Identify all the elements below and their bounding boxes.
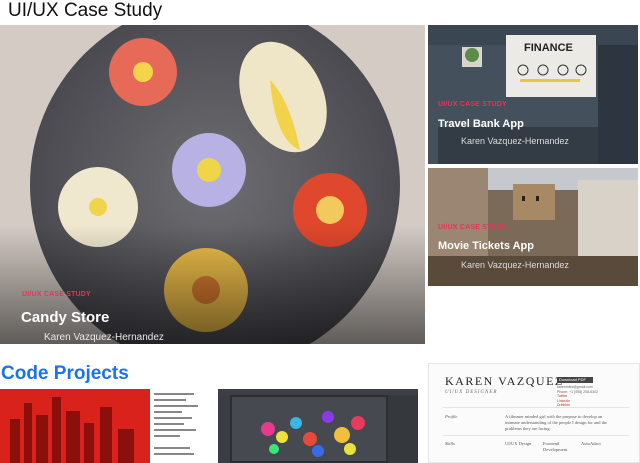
resume-skill: Frontend Development xyxy=(543,441,568,452)
processing-project-image xyxy=(0,389,203,463)
code-project-processing-card[interactable] xyxy=(0,389,203,463)
card-title[interactable]: Travel Bank App xyxy=(438,118,524,130)
resume-name: KAREN VAZQUEZ xyxy=(445,374,564,388)
resume-skills-label: Skills xyxy=(445,441,455,446)
download-pdf-button[interactable]: Download PDF xyxy=(557,377,593,383)
card-tag: UI/UX CASE STUDY xyxy=(438,224,507,231)
card-author: Karen Vazquez-Hernandez xyxy=(461,136,569,146)
uiux-section-title: UI/UX Case Study xyxy=(8,0,163,21)
resume-skill: AutoAdact xyxy=(581,441,601,446)
card-title[interactable]: Movie Tickets App xyxy=(438,240,534,252)
travel-bank-card[interactable]: FINANCE UI/UX CASE STUDY Travel Bank App… xyxy=(428,25,638,164)
resume-skill: UI/UX Design xyxy=(505,441,532,446)
divider xyxy=(443,407,629,408)
resume-contact: karenhdez@gmail.com Phone: +1 (555) 208-… xyxy=(557,385,617,408)
finance-heading: FINANCE xyxy=(524,42,573,54)
candy-store-card[interactable]: UI/UX CASE STUDY Candy Store Karen Vazqu… xyxy=(0,25,425,344)
resume-project-card[interactable]: KAREN VAZQUEZ UI/UX DESIGNER Download PD… xyxy=(428,363,640,463)
movie-tickets-card[interactable]: UI/UX CASE STUDY Movie Tickets App Karen… xyxy=(428,168,638,286)
card-author: Karen Vazquez-Hernandez xyxy=(461,260,569,270)
resume-role: UI/UX DESIGNER xyxy=(445,390,498,395)
card-tag: UI/UX CASE STUDY xyxy=(22,291,91,298)
divider xyxy=(443,435,629,436)
resume-profile-text: A filmmer minded girl with the purpose t… xyxy=(505,414,608,431)
code-projects-title: Code Projects xyxy=(1,363,129,384)
card-tag: UI/UX CASE STUDY xyxy=(438,101,507,108)
card-title[interactable]: Candy Store xyxy=(21,309,109,326)
code-project-3d-card[interactable] xyxy=(218,389,418,463)
3d-project-image xyxy=(218,389,418,463)
resume-profile-label: Profile xyxy=(445,414,458,419)
card-author: Karen Vazquez-Hernandez xyxy=(44,332,164,343)
